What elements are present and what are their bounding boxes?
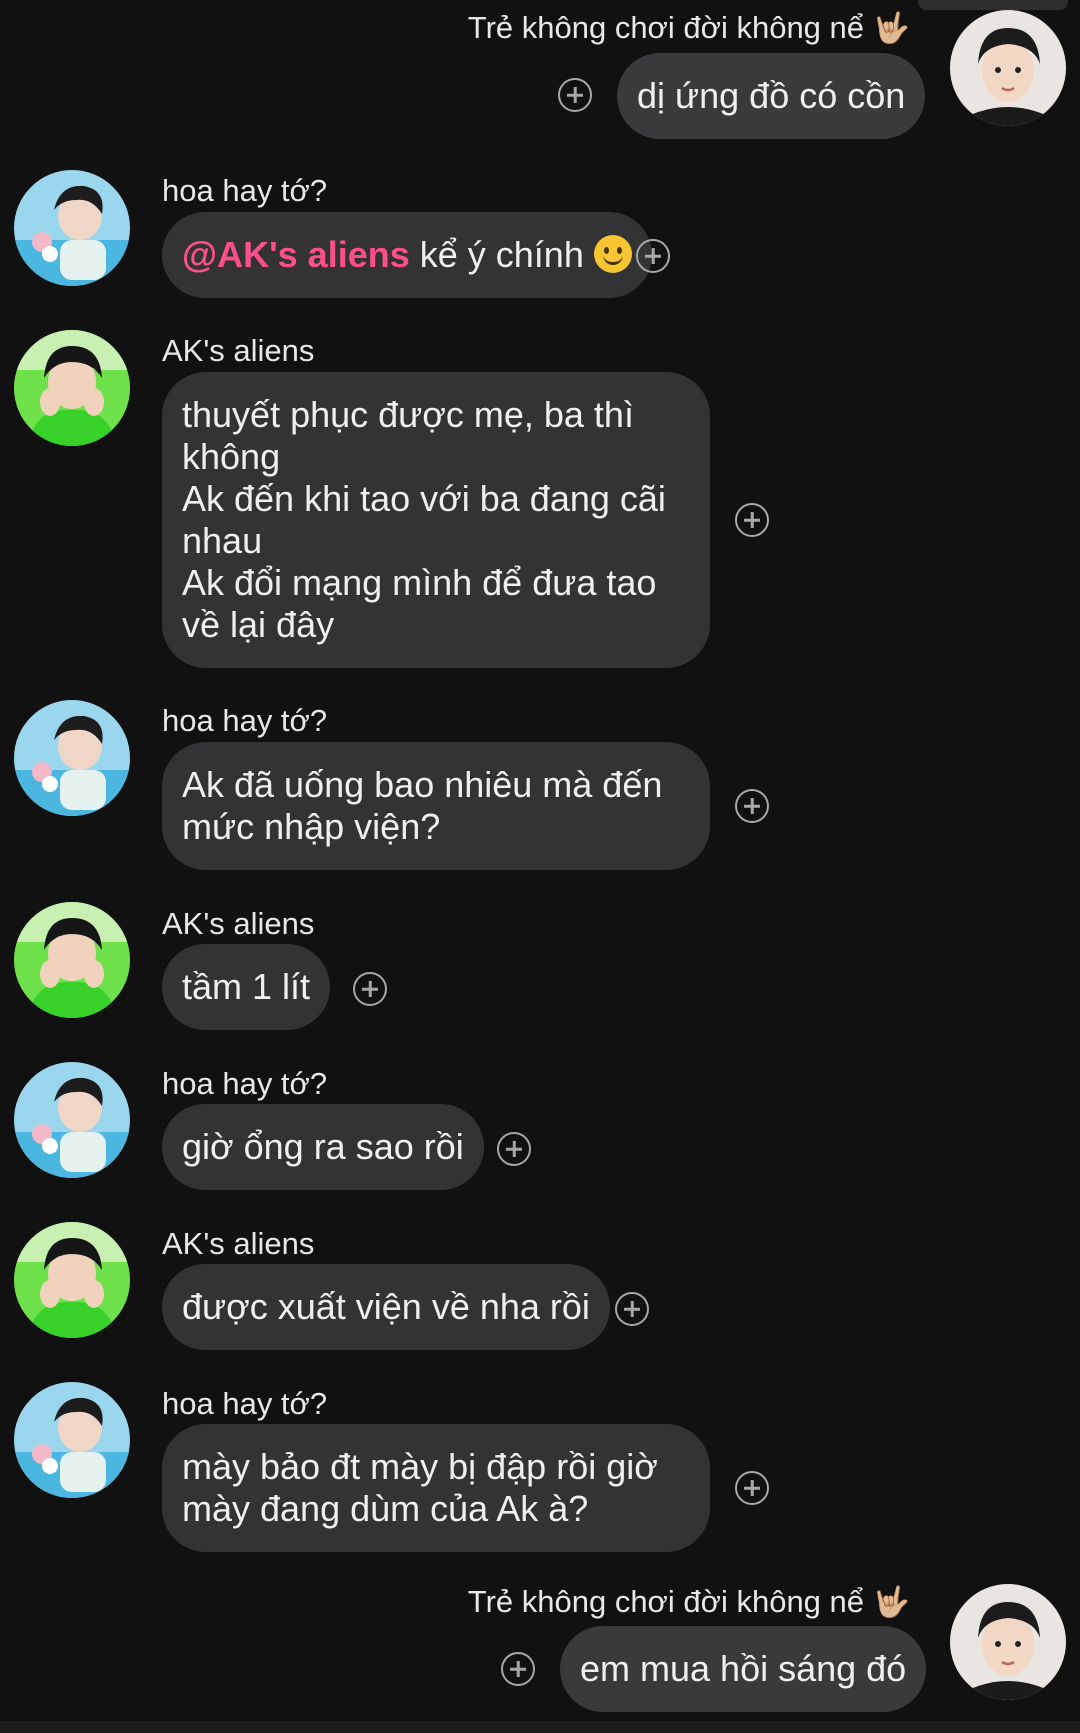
message-text: dị ứng đồ có cồn bbox=[637, 75, 906, 116]
message-bubble-outgoing[interactable]: em mua hồi sáng đó bbox=[560, 1626, 927, 1712]
sender-name: hoa hay tớ? bbox=[162, 1386, 328, 1421]
avatar-self-image bbox=[950, 10, 1066, 126]
add-reaction-icon[interactable] bbox=[558, 78, 592, 112]
smile-emoji-icon bbox=[593, 235, 632, 273]
avatar-ak-aliens[interactable] bbox=[14, 330, 130, 446]
avatar-hoa-image bbox=[14, 170, 130, 286]
message-line: Ak đổi mạng mình để đưa tao về lại đây bbox=[182, 562, 657, 645]
message-text: giờ ổng ra sao rồi bbox=[182, 1126, 464, 1167]
chat-thread: Trẻ không chơi đời không nể 🤟🏼 dị ứng đồ… bbox=[0, 0, 1080, 1733]
top-edge-fragment bbox=[918, 0, 1068, 10]
sender-name-text: Trẻ không chơi đời không nể bbox=[467, 1584, 865, 1619]
sender-name: Trẻ không chơi đời không nể 🤟🏼 bbox=[468, 10, 910, 46]
avatar-ak-aliens[interactable] bbox=[14, 1222, 130, 1338]
add-reaction-icon[interactable] bbox=[735, 1471, 769, 1505]
message-bubble-incoming[interactable]: giờ ổng ra sao rồi bbox=[162, 1104, 484, 1190]
sender-name: hoa hay tớ? bbox=[162, 703, 328, 738]
rock-on-hand-icon: 🤟🏼 bbox=[872, 1586, 910, 1619]
sender-name: AK's aliens bbox=[162, 906, 315, 941]
avatar-hoa-image bbox=[14, 700, 130, 816]
mention-link[interactable]: @AK's aliens bbox=[182, 234, 410, 275]
sender-name: hoa hay tớ? bbox=[162, 173, 328, 208]
message-bubble-incoming[interactable]: mày bảo đt mày bị đập rồi giờ mày đang d… bbox=[162, 1424, 710, 1552]
message-bubble-incoming[interactable]: Ak đã uống bao nhiêu mà đến mức nhập việ… bbox=[162, 742, 710, 870]
message-text: kể ý chính bbox=[409, 234, 584, 275]
rock-on-hand-icon: 🤟🏼 bbox=[872, 12, 910, 45]
message-bubble-outgoing[interactable]: dị ứng đồ có cồn bbox=[617, 53, 926, 139]
add-reaction-icon[interactable] bbox=[636, 239, 670, 273]
sender-name: Trẻ không chơi đời không nể 🤟🏼 bbox=[468, 1584, 910, 1620]
avatar-hoa[interactable] bbox=[14, 1382, 130, 1498]
avatar-hoa-image bbox=[14, 1062, 130, 1178]
sender-name: AK's aliens bbox=[162, 1226, 315, 1261]
message-text: tầm 1 lít bbox=[182, 966, 311, 1007]
avatar-hoa[interactable] bbox=[14, 700, 130, 816]
avatar-ak-aliens-image bbox=[14, 1222, 130, 1338]
avatar-ak-aliens[interactable] bbox=[14, 902, 130, 1018]
message-bubble-incoming[interactable]: được xuất viện về nha rồi bbox=[162, 1264, 610, 1350]
sender-name-text: Trẻ không chơi đời không nể bbox=[467, 10, 865, 45]
message-line: thuyết phục được mẹ, ba thì không bbox=[182, 394, 634, 477]
sender-name: AK's aliens bbox=[162, 333, 315, 368]
message-bubble-incoming[interactable]: tầm 1 lít bbox=[162, 944, 331, 1030]
message-text: được xuất viện về nha rồi bbox=[182, 1286, 590, 1327]
message-line: Ak đến khi tao với ba đang cãi nhau bbox=[182, 478, 666, 561]
add-reaction-icon[interactable] bbox=[353, 972, 387, 1006]
message-bubble-incoming[interactable]: @AK's aliens kể ý chính bbox=[162, 212, 652, 298]
add-reaction-icon[interactable] bbox=[615, 1292, 649, 1326]
add-reaction-icon[interactable] bbox=[735, 503, 769, 537]
avatar-hoa[interactable] bbox=[14, 170, 130, 286]
message-bubble-incoming[interactable]: thuyết phục được mẹ, ba thì không Ak đến… bbox=[162, 372, 710, 668]
avatar-self[interactable] bbox=[950, 10, 1066, 126]
bottom-edge bbox=[0, 1721, 1080, 1733]
add-reaction-icon[interactable] bbox=[497, 1132, 531, 1166]
avatar-hoa-image bbox=[14, 1382, 130, 1498]
add-reaction-icon[interactable] bbox=[501, 1652, 535, 1686]
avatar-self[interactable] bbox=[950, 1584, 1066, 1700]
avatar-ak-aliens-image bbox=[14, 902, 130, 1018]
message-line: mày bảo đt mày bị đập rồi giờ mày đang d… bbox=[182, 1446, 658, 1529]
avatar-hoa[interactable] bbox=[14, 1062, 130, 1178]
avatar-ak-aliens-image bbox=[14, 330, 130, 446]
sender-name: hoa hay tớ? bbox=[162, 1066, 328, 1101]
message-text: em mua hồi sáng đó bbox=[580, 1648, 907, 1689]
add-reaction-icon[interactable] bbox=[735, 789, 769, 823]
message-line: Ak đã uống bao nhiêu mà đến mức nhập việ… bbox=[182, 764, 663, 847]
avatar-self-image bbox=[950, 1584, 1066, 1700]
